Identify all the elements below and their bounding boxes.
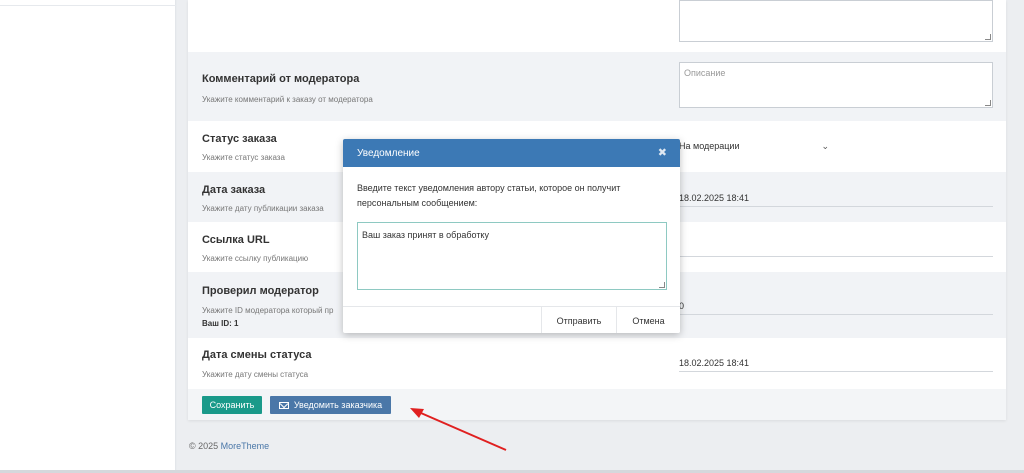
order-status-label: Статус заказа [202,133,277,145]
url-label: Ссылка URL [202,234,270,246]
resize-grip-icon[interactable] [659,282,665,288]
url-help: Укажите ссылку публикацию [202,254,309,263]
notify-customer-button[interactable]: Уведомить заказчика [270,396,391,414]
notification-modal: Уведомление ✖ Введите текст уведомления … [343,139,680,333]
top-textarea[interactable] [679,0,993,42]
envelope-icon [278,401,289,409]
form-row-moderator-comment: Комментарий от модератора Укажите коммен… [188,52,1006,121]
order-status-help: Укажите статус заказа [202,153,285,162]
modal-header: Уведомление ✖ [343,139,680,167]
notification-textarea[interactable]: Ваш заказ принят в обработку [357,222,667,290]
status-change-date-input[interactable]: 18.02.2025 18:41 [679,358,993,372]
send-button[interactable]: Отправить [541,307,616,333]
moderator-comment-placeholder: Описание [684,68,726,78]
left-sidebar [0,0,176,473]
close-icon[interactable]: ✖ [658,146,667,159]
cancel-button[interactable]: Отмена [616,307,680,333]
moderator-comment-help: Укажите комментарий к заказу от модерато… [202,95,373,104]
resize-grip-icon[interactable] [985,100,991,106]
moderator-comment-label: Комментарий от модератора [202,73,360,85]
status-change-date-label: Дата смены статуса [202,349,312,361]
sidebar-top-strip [0,0,176,6]
order-status-select[interactable]: На модерации ⌄ [679,141,829,153]
order-status-value: На модерации [679,141,740,151]
order-date-label: Дата заказа [202,184,266,196]
notification-textarea-value: Ваш заказ принят в обработку [362,230,489,240]
chevron-down-icon: ⌄ [821,141,829,151]
checked-by-help: Укажите ID модератора который пр [202,306,334,315]
footer: © 2025 MoreTheme [189,441,269,451]
order-date-input[interactable]: 18.02.2025 18:41 [679,193,993,207]
form-row-top [188,0,1006,52]
order-date-help: Укажите дату публикации заказа [202,204,324,213]
annotation-arrow [410,408,507,451]
form-row-status-change-date: Дата смены статуса Укажите дату смены ст… [188,338,1006,389]
moderator-comment-input[interactable]: Описание [679,62,993,108]
checked-by-label: Проверил модератор [202,285,319,297]
resize-grip-icon[interactable] [985,34,991,40]
modal-instruction-text: Введите текст уведомления автору статьи,… [357,183,621,208]
your-id-text: Ваш ID: 1 [202,319,239,328]
save-button[interactable]: Сохранить [202,396,262,414]
notify-customer-label: Уведомить заказчика [293,400,383,410]
status-change-date-help: Укажите дату смены статуса [202,370,309,379]
checked-by-input[interactable]: 0 [679,301,993,315]
footer-copyright: © 2025 [189,441,221,451]
modal-footer: Отправить Отмена [343,306,680,333]
url-input[interactable] [679,243,993,257]
modal-title: Уведомление [357,148,420,159]
footer-brand-link[interactable]: MoreTheme [221,441,270,451]
